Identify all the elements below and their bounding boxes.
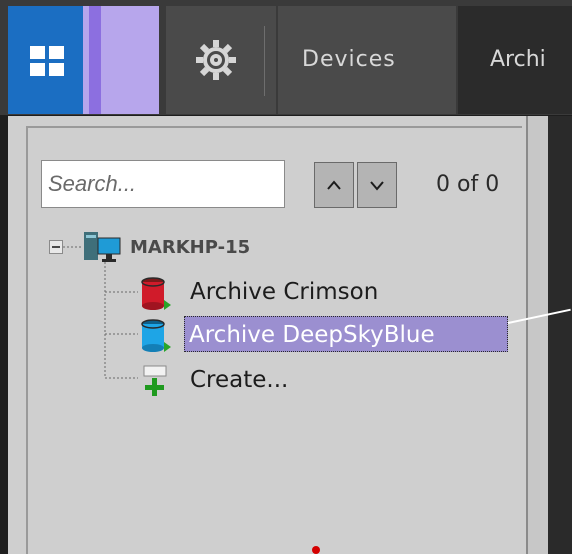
tree-item-archive-crimson[interactable]: Archive Crimson: [190, 276, 378, 308]
red-marker-dot: [312, 546, 320, 554]
red-archive-database-icon: [141, 277, 171, 310]
tree-host-node[interactable]: MARKHP-15: [130, 234, 250, 262]
tree-item-create[interactable]: Create...: [190, 364, 288, 396]
blue-archive-database-icon: [141, 319, 171, 352]
create-archive-plus-icon: [143, 365, 167, 396]
collapse-toggle[interactable]: [49, 240, 63, 254]
tree-item-archive-deepskyblue[interactable]: Archive DeepSkyBlue: [184, 316, 508, 352]
server-computer-icon: [84, 232, 121, 262]
